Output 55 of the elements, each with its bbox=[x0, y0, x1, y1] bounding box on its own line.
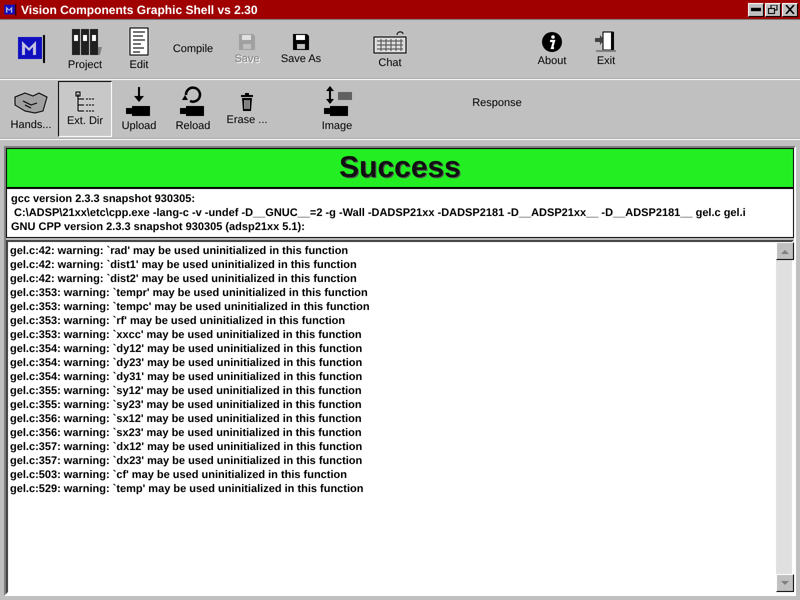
log-line: gel.c:355: warning: `sy23' may be used uninitialized in this function bbox=[10, 398, 363, 412]
log-line: gel.c:354: warning: `dy31' may be used uninitialized in this function bbox=[10, 370, 364, 384]
restore-button[interactable] bbox=[765, 2, 781, 16]
log-line: gel.c:42: warning: `dist2' may be used uninitialized in this function bbox=[10, 272, 358, 286]
restore-icon bbox=[768, 5, 778, 14]
document-icon bbox=[128, 27, 150, 57]
toolbar-button[interactable]: Compile bbox=[166, 21, 220, 77]
log-line: gel.c:354: warning: `dy23' may be used uninitialized in this function bbox=[10, 356, 364, 370]
log-line: gel.c:529: warning: `temp' may be used uninitialized in this function bbox=[10, 482, 364, 496]
scrollbar[interactable] bbox=[776, 242, 792, 592]
up-arrow-icon bbox=[781, 248, 789, 254]
trash-icon bbox=[238, 92, 256, 112]
toolbar-button[interactable]: Edit bbox=[112, 21, 166, 77]
toolbar-button[interactable]: Project bbox=[58, 21, 112, 77]
toolbar-button[interactable]: Ext. Dir bbox=[58, 81, 112, 137]
toolbar-button[interactable]: Image bbox=[310, 81, 364, 137]
header-line: C:\ADSP\21xx\etc\cpp.exe -lang-c -v -undef -D__GNUC__=2 -g -Wall -DADSP21xx -DADSP2181 -D__ADSP21xx__ -D__ADSP2181__ gel.c gel.i bbox=[13, 206, 747, 220]
keyboard-icon bbox=[373, 29, 407, 55]
log-line: gel.c:42: warning: `rad' may be used uninitialized in this function bbox=[10, 244, 350, 258]
toolbar-button[interactable]: About bbox=[525, 21, 579, 77]
log-line: gel.c:356: warning: `sx23' may be used uninitialized in this function bbox=[10, 426, 363, 440]
toolbar-button[interactable]: Upload bbox=[112, 81, 166, 137]
tree-icon bbox=[74, 91, 96, 113]
log-line: gel.c:353: warning: `xxcc' may be used uninitialized in this function bbox=[10, 328, 363, 342]
toolbar-button[interactable]: Response bbox=[462, 81, 532, 137]
header-line: gcc version 2.3.3 snapshot 930305: bbox=[11, 192, 196, 206]
log-line: gel.c:503: warning: `cf' may be used uninitialized in this function bbox=[10, 468, 348, 482]
toolbar-button[interactable]: Save As bbox=[274, 21, 328, 77]
log-line: gel.c:357: warning: `dx23' may be used uninitialized in this function bbox=[10, 454, 364, 468]
log-line: gel.c:355: warning: `sy12' may be used uninitialized in this function bbox=[10, 384, 363, 398]
log-line: gel.c:353: warning: `tempc' may be used uninitialized in this function bbox=[10, 300, 371, 314]
toolbar-button[interactable]: Reload bbox=[166, 81, 220, 137]
log-line: gel.c:353: warning: `tempr' may be used uninitialized in this function bbox=[10, 286, 369, 300]
log-line: gel.c:353: warning: `rf' may be used uninitialized in this function bbox=[10, 314, 346, 328]
toolbar-button[interactable]: Erase ... bbox=[220, 81, 274, 137]
log-line: gel.c:357: warning: `dx12' may be used uninitialized in this function bbox=[10, 440, 364, 454]
app-icon bbox=[2, 2, 18, 16]
close-button[interactable] bbox=[782, 2, 798, 16]
log-line: gel.c:354: warning: `dy12' may be used uninitialized in this function bbox=[10, 342, 364, 356]
minimize-button[interactable] bbox=[748, 2, 764, 16]
window-title: Vision Components Graphic Shell vs 2.30 bbox=[21, 2, 259, 16]
toolbar-button[interactable]: Hands... bbox=[4, 81, 58, 137]
down-arrow-icon bbox=[781, 580, 789, 586]
toolbar-button[interactable]: Chat bbox=[363, 21, 417, 77]
log-line: gel.c:356: warning: `sx12' may be used uninitialized in this function bbox=[10, 412, 363, 426]
scroll-up-button[interactable] bbox=[776, 242, 794, 260]
info-icon bbox=[541, 31, 563, 53]
close-icon bbox=[785, 5, 795, 14]
door-icon bbox=[594, 31, 618, 53]
status-banner: Success bbox=[6, 148, 794, 188]
flag-icon bbox=[15, 33, 47, 65]
scroll-down-button[interactable] bbox=[776, 574, 794, 592]
toolbar-button[interactable]: Exit bbox=[579, 21, 633, 77]
header-line: GNU CPP version 2.3.3 snapshot 930305 (adsp21xx 5.1): bbox=[11, 220, 306, 234]
log-line: gel.c:42: warning: `dist1' may be used uninitialized in this function bbox=[10, 258, 358, 272]
